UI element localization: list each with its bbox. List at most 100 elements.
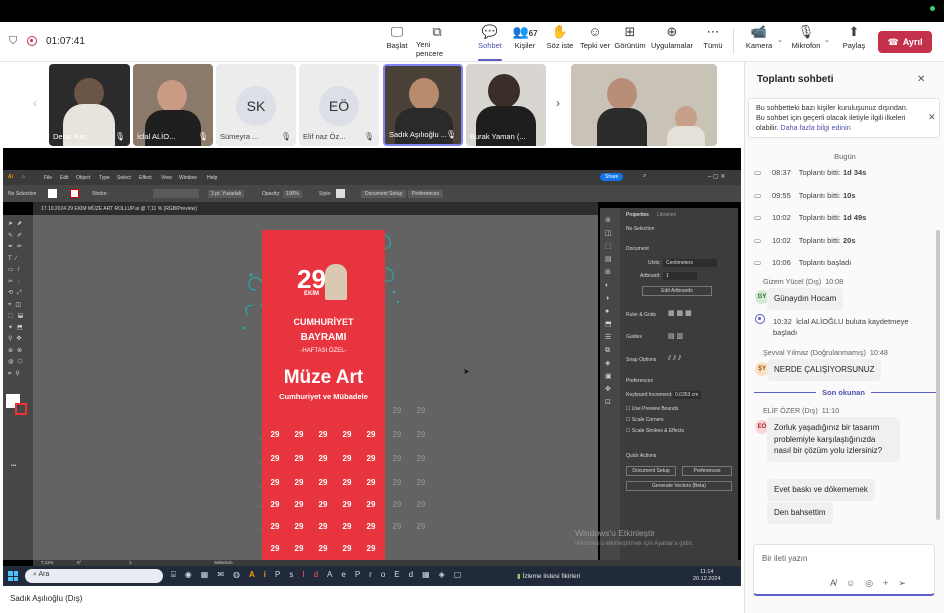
- quick-preferences-button[interactable]: Preferences: [682, 466, 732, 476]
- taskbar-search[interactable]: ⌕ Ara: [25, 569, 163, 583]
- participant-tile[interactable]: SK Sümeyra ... 🎙: [216, 64, 296, 146]
- more-tools-icon[interactable]: •••: [11, 463, 16, 469]
- search-icon[interactable]: ⌕: [643, 173, 646, 180]
- menu-help[interactable]: Help: [207, 175, 217, 181]
- participant-face: [488, 74, 520, 108]
- illustrator-control-bar: No Selection Stroke: 3 pt. Yuvarlak Opac…: [3, 185, 741, 202]
- chat-button[interactable]: 💬 Sohbet: [476, 24, 504, 61]
- mic-off-icon: 🎙: [280, 132, 291, 141]
- home-icon[interactable]: ⌂: [22, 174, 25, 180]
- mini-logo: 29: [342, 478, 352, 487]
- scale-strokes-checkbox[interactable]: ☐ Scale Strokes & Effects: [626, 428, 684, 434]
- fill-swatch[interactable]: [48, 189, 57, 198]
- window-controls-icon[interactable]: – ▢ ✕: [708, 173, 725, 180]
- poster-line-1: CUMHURİYET: [293, 317, 354, 327]
- participant-tile[interactable]: Deniz Kar... 🎙: [49, 64, 130, 146]
- hand-icon: ✋: [551, 24, 569, 39]
- poster-line-3: -HAFTASI ÖZEL-: [300, 348, 347, 354]
- leave-button[interactable]: ☎ Ayrıl: [878, 31, 932, 53]
- format-icon[interactable]: A̸: [830, 578, 836, 589]
- emoji-icon[interactable]: ☺: [846, 578, 855, 589]
- mic-button[interactable]: 🎙 Mikrofon: [790, 24, 822, 58]
- participant-tile[interactable]: Burak Yaman (...: [466, 64, 546, 146]
- chevron-left-icon[interactable]: ‹: [33, 96, 37, 110]
- participant-tile[interactable]: EÖ Elif naz Öz... 🎙: [299, 64, 379, 146]
- ruler-grid-icons[interactable]: ▦ ▦ ▦: [668, 309, 692, 317]
- tab-properties[interactable]: Properties: [626, 212, 649, 218]
- tool-icons[interactable]: ➤⬈ ✎✐ ✒✏ T⁄ ▭/✂◌ ⟲⤢ ⌖◫ ⬚⬓ ✦⬒ ⚲✥ ⊕⊗ ◍⬡ ⌗⚲: [8, 219, 28, 380]
- react-button[interactable]: ☺ Tepki ver: [580, 24, 610, 58]
- loop-icon[interactable]: ◎: [865, 578, 873, 589]
- snap-icons[interactable]: ⫽ ⫽ ⫽: [668, 355, 681, 363]
- plus-icon[interactable]: +: [883, 578, 888, 589]
- new-window-button[interactable]: ⧉ Yeni pencere: [416, 24, 458, 58]
- chevron-right-icon[interactable]: ›: [556, 96, 560, 110]
- message-bubble[interactable]: NERDE ÇALIŞIYORSUNUZ: [767, 359, 882, 381]
- participant-body: [667, 126, 705, 146]
- close-icon[interactable]: ✕: [917, 74, 925, 85]
- ghost-logo: 29: [392, 406, 402, 415]
- menu-window[interactable]: Window: [179, 175, 197, 181]
- external-notice: Bu sohbetteki bazı kişiler kuruluşunuz d…: [748, 98, 940, 138]
- compose-input[interactable]: Bir ileti yazın: [762, 554, 807, 563]
- quick-document-setup-button[interactable]: Document Setup: [626, 466, 676, 476]
- raise-hand-button[interactable]: ✋ Söz iste: [545, 24, 575, 58]
- more-icon: ⋯: [706, 24, 720, 39]
- use-preview-bounds-checkbox[interactable]: ☐ Use Preview Bounds: [626, 406, 678, 412]
- menu-edit[interactable]: Edit: [60, 175, 69, 181]
- taskbar-clock[interactable]: 11:14 20.12.2024: [693, 569, 721, 583]
- generate-vectors-button[interactable]: Generate Vectors (Beta): [626, 481, 732, 491]
- ghost-logo: •: [260, 504, 262, 510]
- message-bubble[interactable]: Evet baskı ve dökememek: [767, 479, 875, 501]
- panel-icons[interactable]: ⊚ ◫ ⬚ ▤ ⊞ ◐ ◑ ● ⬒ ☰ ⧉ ◈ ▣ ✥ ⊡: [605, 214, 612, 409]
- document-tab[interactable]: 17.10.2024 29 EKİM MÜZE ART ROLLUP.ai @ …: [41, 206, 197, 212]
- chat-scrollbar[interactable]: [936, 230, 940, 520]
- menu-view[interactable]: View: [161, 175, 172, 181]
- variable-width-field[interactable]: [153, 189, 199, 198]
- view-button[interactable]: ⊞ Görünüm: [614, 24, 646, 58]
- participant-tile[interactable]: İclal ALİO... 🎙: [133, 64, 213, 146]
- mini-logo: 29: [294, 454, 304, 463]
- people-button[interactable]: 👥67 Kişiler: [511, 24, 539, 58]
- camera-options-chevron-icon[interactable]: ⌄: [777, 36, 783, 44]
- mic-options-chevron-icon[interactable]: ⌄: [824, 36, 830, 44]
- menu-select[interactable]: Select: [117, 175, 131, 181]
- message-bubble[interactable]: Den bahsettim: [767, 502, 833, 524]
- rollup-poster[interactable]: 29 EKİM CUMHURİYET BAYRAMI -HAFTASI ÖZEL…: [262, 230, 385, 560]
- menu-object[interactable]: Object: [76, 175, 90, 181]
- poster-subtitle: Cumhuriyet ve Mübadele: [279, 392, 368, 401]
- share-button[interactable]: ⬆ Paylaş: [840, 24, 868, 58]
- share-document-button[interactable]: Share: [600, 173, 624, 181]
- apps-button[interactable]: ⊕ Uygulamalar: [651, 24, 693, 58]
- taskbar-app-icons[interactable]: ⌸◉▦✉◍AiPsIdAeProEd▦◈▢: [171, 570, 470, 580]
- units-dropdown[interactable]: Centimeters: [663, 259, 717, 267]
- stroke-swatch[interactable]: [70, 189, 79, 198]
- camera-button[interactable]: 📹 Kamera: [744, 24, 774, 58]
- message-compose-box[interactable]: Bir ileti yazın A̸ ☺ ◎ + ➢: [753, 544, 935, 596]
- windows-start-icon[interactable]: [8, 571, 18, 581]
- tab-libraries[interactable]: Libraries: [657, 212, 676, 218]
- learn-more-link[interactable]: Daha fazla bilgi edinin: [780, 123, 850, 132]
- style-swatch[interactable]: [336, 189, 345, 198]
- message-bubble[interactable]: Zorluk yaşadığınız bir tasarım problemiy…: [767, 417, 900, 462]
- start-button[interactable]: 🖵 Başlat: [383, 24, 411, 58]
- scale-corners-checkbox[interactable]: ☐ Scale Corners: [626, 417, 664, 423]
- activation-watermark-title: Windows'u Etkinleştir: [575, 528, 656, 538]
- mini-logo: 29: [342, 522, 352, 531]
- ghost-logo: •: [260, 526, 262, 532]
- participant-tile[interactable]: [571, 64, 717, 146]
- send-icon[interactable]: ➢: [898, 578, 906, 589]
- menu-type[interactable]: Type: [99, 175, 110, 181]
- menu-effect[interactable]: Effect: [139, 175, 152, 181]
- message-bubble[interactable]: Günaydın Hocam: [767, 288, 844, 310]
- notice-close-icon[interactable]: ✕: [928, 112, 936, 123]
- menu-file[interactable]: File: [44, 175, 52, 181]
- more-button[interactable]: ⋯ Tümü: [701, 24, 725, 58]
- artboard-dropdown[interactable]: 1: [663, 272, 697, 280]
- participant-tile-active[interactable]: Sadık Aşılıoğlu ... 🎙: [383, 64, 463, 146]
- edit-artboards-button[interactable]: Edit Artboards: [642, 286, 712, 296]
- stroke-color-swatch[interactable]: [15, 403, 27, 415]
- taskbar-notification[interactable]: ▮ İzleme listesi fikirleri: [517, 572, 580, 580]
- keyboard-increment-field[interactable]: 0,0353 cm: [673, 391, 701, 399]
- guides-icons[interactable]: ▤ ▥: [668, 332, 683, 340]
